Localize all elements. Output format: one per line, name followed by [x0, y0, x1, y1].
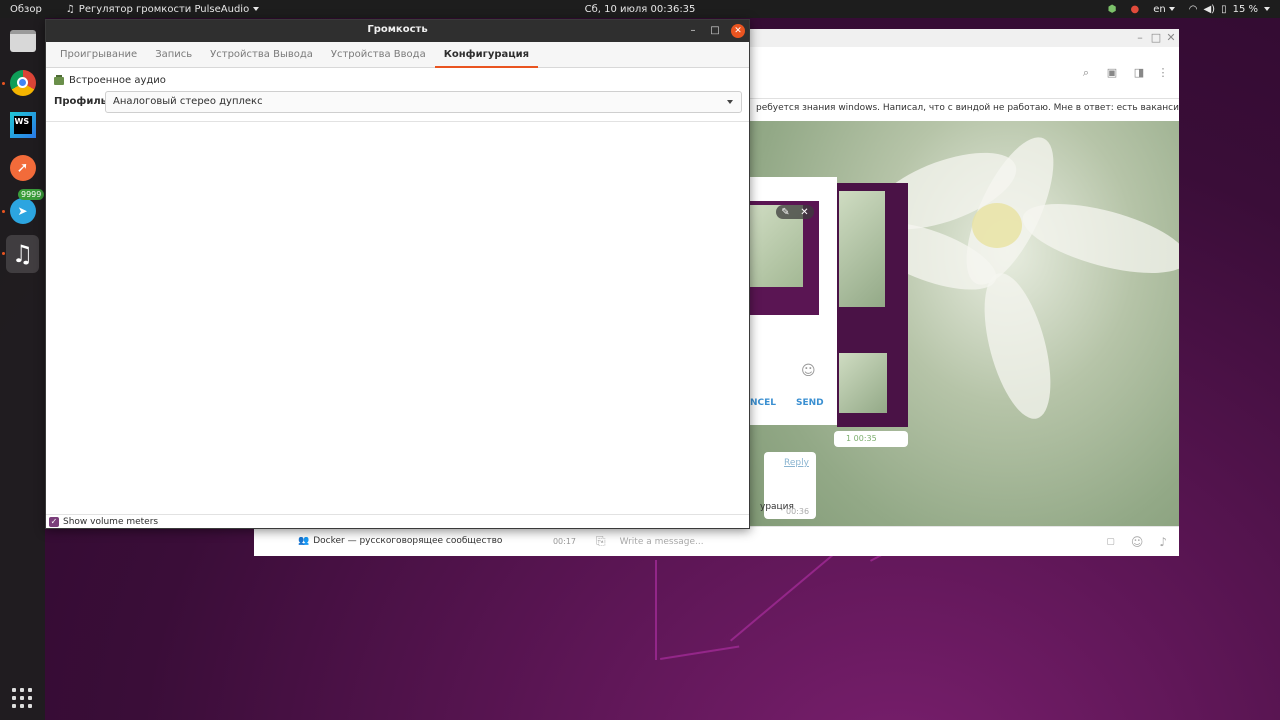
running-indicator [2, 210, 5, 213]
maximize-icon[interactable]: □ [1150, 32, 1162, 44]
chevron-down-icon [1168, 7, 1175, 11]
message-time: 00:36 [786, 507, 810, 516]
postman-icon[interactable]: ➚ [6, 151, 39, 184]
running-indicator [2, 252, 5, 255]
sidebar-icon[interactable]: ◨ [1133, 67, 1145, 79]
show-volume-meters-label[interactable]: Show volume meters [63, 517, 158, 527]
window-titlebar[interactable]: Громкость – □ ✕ [46, 20, 749, 42]
profile-select[interactable]: Аналоговый стерео дуплекс [105, 91, 742, 113]
close-icon[interactable]: ✕ [800, 207, 808, 218]
music-icon[interactable]: ♫ [6, 235, 39, 273]
tab-recording[interactable]: Запись [146, 42, 201, 68]
more-icon[interactable]: ⋮ [1157, 67, 1169, 79]
tab-input-devices[interactable]: Устройства Ввода [322, 42, 435, 68]
chat-time: 00:17 [552, 536, 576, 546]
group-icon: 👥 [298, 536, 310, 546]
card-name: Встроенное аудио [69, 75, 166, 86]
chat-name: Docker — русскоговорящее сообщество [313, 536, 503, 546]
tab-playback[interactable]: Проигрывание [51, 42, 146, 68]
files-icon[interactable] [6, 24, 39, 57]
wallpaper-line [655, 560, 657, 660]
maximize-icon[interactable]: □ [708, 24, 722, 38]
emoji-icon[interactable]: ☺ [1131, 535, 1144, 549]
minimize-icon[interactable]: – [1134, 32, 1146, 44]
message-bubble[interactable]: Reply урация 00:36 [760, 452, 816, 519]
battery-level: 15 % [1232, 3, 1258, 15]
chrome-icon[interactable] [6, 66, 39, 99]
chat-bubble-icon[interactable]: ▣ [1106, 67, 1118, 79]
sound-card: Встроенное аудио [54, 74, 166, 86]
attach-icon[interactable]: ⎘ [596, 534, 606, 549]
app-menu[interactable]: ♫ Регулятор громкости PulseAudio [65, 3, 260, 15]
telegram-icon[interactable]: ➤ 9999 [6, 189, 45, 227]
wifi-icon: ◠ [1188, 3, 1198, 15]
volume-control-window: Громкость – □ ✕ Проигрывание Запись Устр… [45, 19, 750, 529]
system-tray: ⬢ ● en ◠ ◀) ▯ 15 % [1108, 4, 1270, 15]
clock[interactable]: Сб, 10 июля 00:36:35 [585, 4, 696, 15]
close-icon[interactable]: ✕ [1165, 32, 1177, 44]
photo-message-meta: 1 00:35 [834, 431, 908, 447]
minimize-icon[interactable]: – [686, 24, 700, 38]
audio-card-icon [54, 74, 64, 85]
close-icon[interactable]: ✕ [731, 24, 745, 38]
dock: WS ➚ ➤ 9999 ♫ [0, 18, 45, 720]
top-bar: Обзор ♫ Регулятор громкости PulseAudio С… [0, 0, 1280, 18]
running-indicator [2, 82, 5, 85]
shield-icon[interactable]: ⬢ [1108, 4, 1117, 15]
webstorm-icon[interactable]: WS [6, 108, 39, 141]
send-button[interactable]: SEND [796, 398, 824, 408]
search-icon[interactable]: ⌕ [1080, 67, 1092, 79]
tab-output-devices[interactable]: Устройства Вывода [201, 42, 322, 68]
battery-icon: ▯ [1221, 3, 1227, 15]
edit-icon[interactable]: ✎ [781, 207, 789, 218]
tab-bar: Проигрывание Запись Устройства Вывода Ус… [46, 42, 749, 68]
keyboard-layout[interactable]: en [1153, 4, 1175, 15]
status-menu[interactable]: ◠ ◀) ▯ 15 % [1189, 4, 1270, 15]
activities-button[interactable]: Обзор [0, 4, 52, 15]
chevron-down-icon [253, 7, 260, 11]
cancel-button[interactable]: NCEL [750, 398, 776, 408]
music-note-icon: ♫ [65, 3, 75, 15]
chat-list-item[interactable]: 👥 Docker — русскоговорящее сообщество 00… [254, 526, 584, 556]
chevron-down-icon [1264, 7, 1270, 11]
app-menu-label: Регулятор громкости PulseAudio [78, 3, 250, 15]
divider [46, 121, 749, 122]
reply-link[interactable]: Reply [784, 458, 809, 468]
chevron-down-icon [727, 100, 733, 104]
show-volume-meters-checkbox[interactable]: ✓ [49, 516, 59, 527]
emoji-icon[interactable]: ☺ [801, 363, 816, 379]
chrome-tray-icon[interactable]: ● [1131, 4, 1140, 15]
unread-badge: 9999 [18, 189, 45, 200]
microphone-icon[interactable]: ♪ [1159, 535, 1167, 549]
volume-icon: ◀) [1203, 3, 1216, 15]
pinned-message[interactable]: ребуется знания windows. Написал, что с … [750, 99, 1179, 121]
window-footer: ✓ Show volume meters [46, 514, 749, 528]
show-applications-icon[interactable] [12, 688, 32, 708]
commands-icon[interactable]: ▢ [1106, 537, 1115, 547]
send-photo-dialog: ✎ ✕ ☺ NCEL SEND [750, 177, 837, 425]
tab-configuration[interactable]: Конфигурация [434, 42, 539, 68]
photo-preview-stack [837, 183, 908, 427]
wallpaper-line [660, 645, 740, 660]
message-input[interactable]: Write a message... [620, 537, 1097, 547]
window-title: Громкость [367, 24, 428, 35]
profile-label: Профиль: [54, 96, 111, 107]
profile-value: Аналоговый стерео дуплекс [113, 96, 263, 107]
photo-tools: ✎ ✕ [776, 205, 814, 219]
message-composer: ⎘ Write a message... ▢ ☺ ♪ [584, 526, 1179, 556]
